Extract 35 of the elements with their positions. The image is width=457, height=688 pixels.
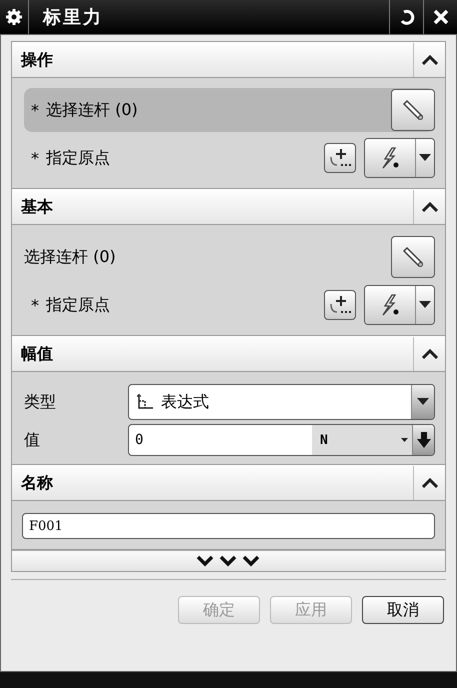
field-label: 类型 bbox=[24, 392, 57, 412]
axis-icon bbox=[135, 392, 155, 412]
chevron-up-icon bbox=[422, 349, 438, 359]
point-dialog-button[interactable] bbox=[324, 143, 356, 173]
select-link-button[interactable] bbox=[391, 236, 435, 278]
row-label: 选择连杆 (0) bbox=[24, 246, 117, 268]
section-title: 基本 bbox=[20, 196, 54, 218]
gear-icon bbox=[5, 8, 23, 26]
close-icon bbox=[432, 9, 448, 25]
section-title: 幅值 bbox=[20, 344, 54, 364]
type-dropdown[interactable]: 表达式 bbox=[128, 384, 435, 420]
name-field[interactable]: F001 bbox=[22, 513, 435, 539]
required-marker: * bbox=[30, 296, 40, 314]
row-label: 指定原点 bbox=[46, 148, 111, 168]
required-marker: * bbox=[30, 148, 40, 168]
dropdown-arrow-icon bbox=[419, 301, 431, 309]
field-label: 值 bbox=[24, 430, 41, 450]
inferred-point-dropdown[interactable] bbox=[364, 285, 435, 325]
section-title: 名称 bbox=[20, 472, 54, 494]
chevron-up-icon bbox=[422, 202, 438, 212]
more-options-icon[interactable] bbox=[196, 555, 262, 567]
select-link-button[interactable] bbox=[391, 89, 435, 131]
window-title: 标里力 bbox=[43, 6, 104, 29]
row-label: 指定原点 bbox=[46, 294, 111, 316]
chevron-up-icon bbox=[422, 478, 438, 488]
row-label: 选择连杆 (0) bbox=[46, 100, 139, 120]
section-title: 操作 bbox=[20, 50, 54, 70]
dialog-button[interactable]: 取消 bbox=[362, 596, 444, 624]
dropdown-arrow-icon bbox=[419, 154, 431, 162]
dropdown-value: 表达式 bbox=[161, 392, 209, 412]
inferred-point-dropdown[interactable] bbox=[364, 138, 435, 178]
point-dialog-button[interactable] bbox=[324, 290, 356, 320]
required-marker: * bbox=[30, 100, 40, 120]
dropdown-arrow-icon bbox=[417, 398, 429, 406]
chevron-up-icon bbox=[422, 55, 438, 65]
